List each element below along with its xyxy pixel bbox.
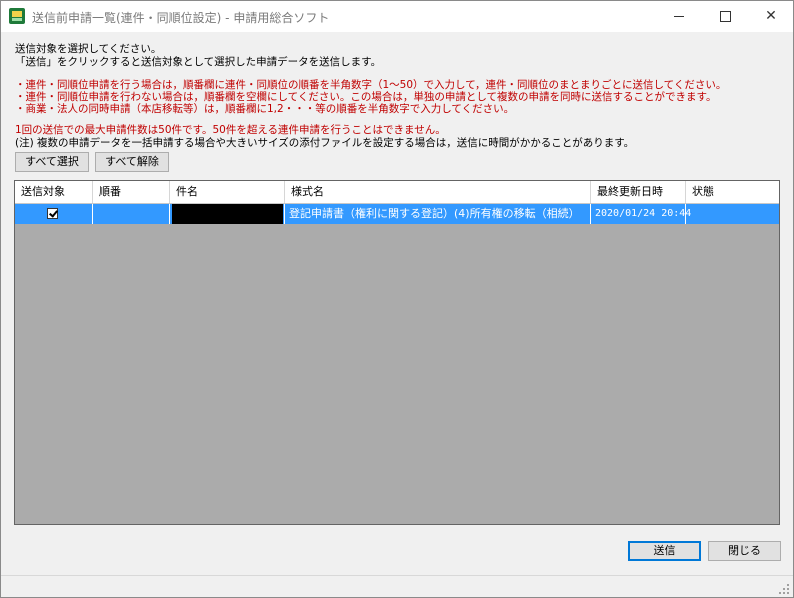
table-header: 送信対象 順番 件名 様式名 最終更新日時 状態 bbox=[15, 181, 779, 204]
order-cell[interactable] bbox=[93, 204, 170, 224]
instruction-line-2: 「送信」をクリックすると送信対象として選択した申請データを送信します。 bbox=[15, 56, 382, 68]
redacted-subject bbox=[172, 204, 283, 224]
max-count-note: 1回の送信での最大申請件数は50件です。50件を超える連件申請を行うことはできま… bbox=[15, 124, 446, 136]
column-header-status[interactable]: 状態 bbox=[686, 181, 779, 203]
notice-line-3: ・商業・法人の同時申請（本店移転等）は，順番欄に1,2・・・等の順番を半角数字で… bbox=[15, 103, 515, 115]
notice-line-1: ・連件・同順位申請を行う場合は，順番欄に連件・同順位の順番を半角数字（1～50）… bbox=[15, 79, 727, 91]
send-target-checkbox[interactable] bbox=[47, 208, 58, 219]
status-cell bbox=[686, 204, 779, 224]
deselect-all-button[interactable]: すべて解除 bbox=[95, 152, 169, 172]
minimize-button[interactable] bbox=[656, 1, 702, 32]
dialog-window: 送信前申請一覧(連件・同順位設定) - 申請用総合ソフト ✕ 送信対象を選択して… bbox=[0, 0, 794, 598]
form-name-cell: 登記申請書（権利に関する登記）(4)所有権の移転（相続） bbox=[285, 204, 591, 224]
column-header-form-name[interactable]: 様式名 bbox=[285, 181, 591, 203]
column-header-send-target[interactable]: 送信対象 bbox=[15, 181, 93, 203]
column-header-order[interactable]: 順番 bbox=[93, 181, 170, 203]
table-row[interactable]: 登記申請書（権利に関する登記）(4)所有権の移転（相続） 2020/01/24 … bbox=[15, 204, 779, 224]
instruction-line-1: 送信対象を選択してください。 bbox=[15, 43, 162, 55]
updated-cell: 2020/01/24 20:44 bbox=[591, 204, 691, 224]
status-bar-divider bbox=[1, 575, 793, 576]
select-all-button[interactable]: すべて選択 bbox=[15, 152, 89, 172]
send-target-cell[interactable] bbox=[15, 204, 93, 224]
dialog-content: 送信対象を選択してください。 「送信」をクリックすると送信対象として選択した申請… bbox=[1, 32, 793, 597]
close-window-button[interactable]: ✕ bbox=[748, 1, 794, 32]
app-icon bbox=[9, 8, 25, 24]
close-icon: ✕ bbox=[765, 8, 777, 24]
close-button[interactable]: 閉じる bbox=[708, 541, 781, 561]
resize-grip-icon[interactable] bbox=[779, 584, 789, 594]
maximize-icon bbox=[719, 10, 731, 22]
window-title: 送信前申請一覧(連件・同順位設定) - 申請用総合ソフト bbox=[32, 11, 330, 25]
maximize-button[interactable] bbox=[702, 1, 748, 32]
send-button[interactable]: 送信 bbox=[628, 541, 701, 561]
subject-cell bbox=[170, 204, 285, 224]
column-header-updated[interactable]: 最終更新日時 bbox=[591, 181, 686, 203]
application-table[interactable]: 送信対象 順番 件名 様式名 最終更新日時 状態 登記申請書（権利に関する登記）… bbox=[14, 180, 780, 525]
caution-note: (注) 複数の申請データを一括申請する場合や大きいサイズの添付ファイルを設定する… bbox=[15, 137, 635, 149]
column-header-subject[interactable]: 件名 bbox=[170, 181, 285, 203]
minimize-icon bbox=[674, 15, 684, 17]
notice-line-2: ・連件・同順位申請を行わない場合は，順番欄を空欄にしてください。この場合は，単独… bbox=[15, 91, 717, 103]
title-bar[interactable]: 送信前申請一覧(連件・同順位設定) - 申請用総合ソフト ✕ bbox=[1, 1, 793, 32]
